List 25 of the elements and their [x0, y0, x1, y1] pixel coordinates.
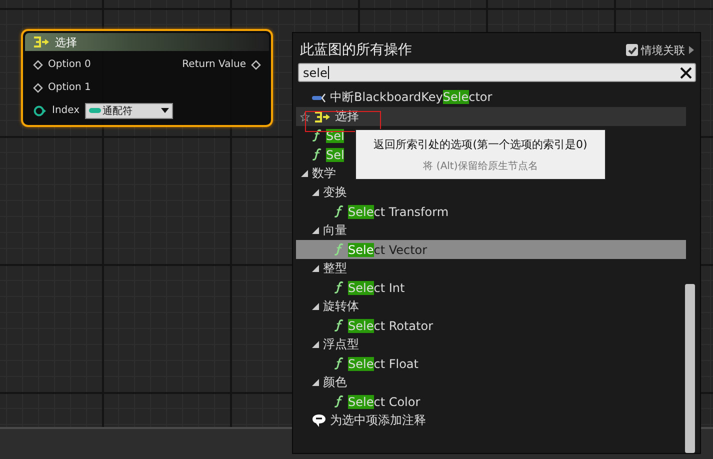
category-label: 旋转体 — [323, 298, 359, 315]
pin-label: Index — [52, 105, 80, 116]
category-label: 浮点型 — [323, 336, 359, 353]
action-label: Sel — [326, 148, 344, 162]
action-label: 为选中项添加注释 — [330, 412, 426, 429]
category-label: 变换 — [323, 184, 347, 201]
pin-label: Return Value — [182, 59, 246, 70]
category-label: 向量 — [323, 222, 347, 239]
action-label: Select Int — [348, 280, 405, 294]
action-label: 中断BlackboardKeySelector — [330, 89, 492, 106]
action-label: Select Color — [348, 394, 420, 408]
checkbox-label: 情境关联 — [641, 42, 685, 58]
action-label: Select Transform — [348, 204, 449, 218]
action-label: Select Float — [348, 356, 418, 370]
menu-title: 此蓝图的所有操作 — [300, 41, 412, 59]
action-label: Select Vector — [348, 242, 428, 256]
category-label: 整型 — [323, 260, 347, 277]
pin-label: Option 1 — [48, 82, 91, 93]
pin-label: Option 0 — [48, 59, 91, 70]
category-label: 数学 — [312, 165, 336, 182]
node-title: 选择 — [55, 34, 77, 50]
category-label: 颜色 — [323, 374, 347, 391]
action-label: Select Rotator — [348, 318, 434, 332]
tooltip-hint: 将 (Alt)保留给原生节点名 — [423, 160, 538, 172]
tooltip-text: 返回所索引处的选项(第一个选项的索引是0) — [374, 136, 588, 152]
